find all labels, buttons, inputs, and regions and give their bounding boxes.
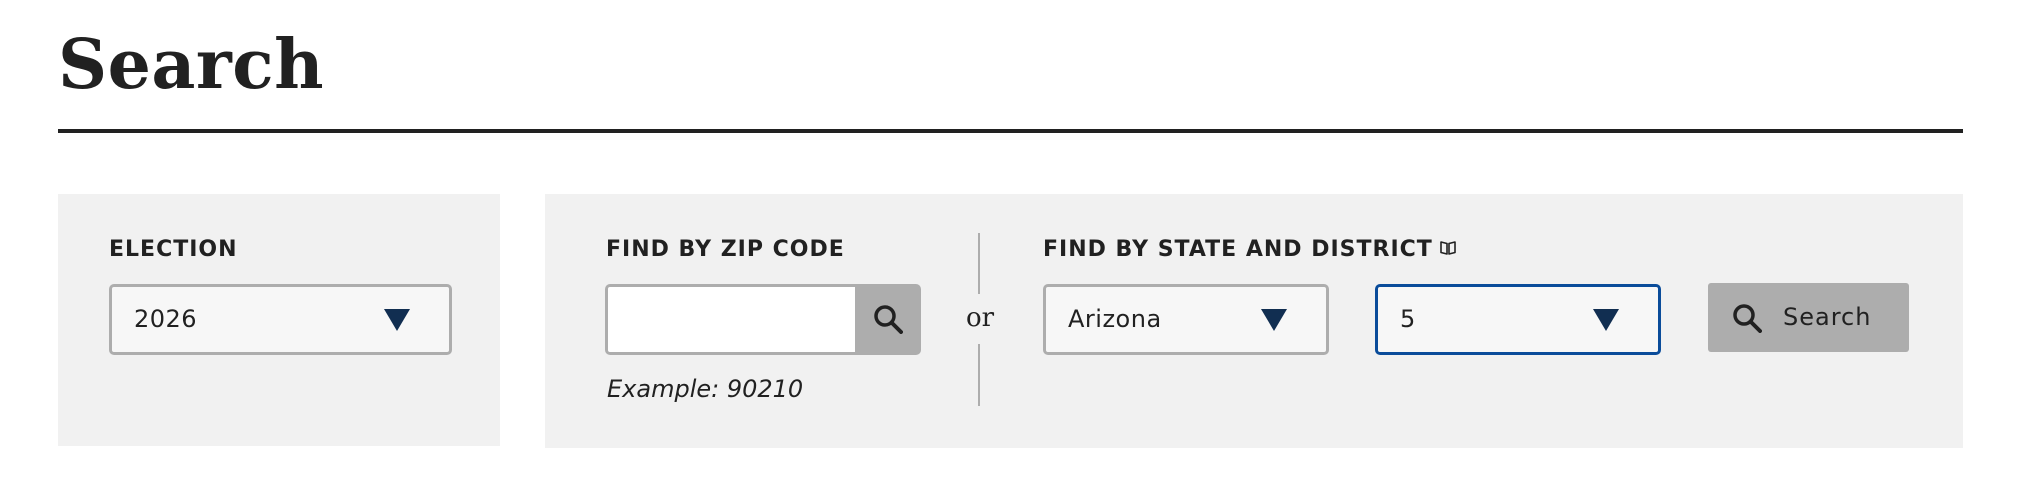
zip-search-button[interactable]: [855, 284, 921, 355]
search-icon: [1733, 304, 1762, 333]
district-select[interactable]: 5: [1375, 284, 1661, 355]
search-icon: [874, 305, 903, 334]
election-label: ELECTION: [109, 237, 238, 262]
state-district-label-text: FIND BY STATE AND DISTRICT: [1043, 237, 1433, 262]
election-select-value: 2026: [134, 305, 198, 333]
search-page: Search ELECTION 2026 FIND BY ZIP CODE Ex…: [0, 0, 2022, 500]
zip-example: Example: 90210: [607, 375, 804, 403]
or-label: or: [965, 303, 995, 333]
chevron-down-icon: [1261, 309, 1287, 331]
chevron-down-icon: [1593, 309, 1619, 331]
district-select-value: 5: [1400, 305, 1416, 333]
state-select-value: Arizona: [1068, 305, 1162, 333]
divider-line-top: [978, 233, 980, 294]
zip-label: FIND BY ZIP CODE: [606, 237, 845, 262]
title-divider: [58, 129, 1963, 133]
divider-line-bottom: [978, 344, 980, 406]
book-icon[interactable]: [1439, 239, 1457, 257]
election-select[interactable]: 2026: [109, 284, 452, 355]
chevron-down-icon: [384, 309, 410, 331]
zip-input[interactable]: [605, 284, 855, 355]
election-panel: ELECTION 2026: [58, 194, 500, 446]
search-button-label: Search: [1783, 303, 1872, 331]
page-title: Search: [58, 25, 325, 105]
state-district-label: FIND BY STATE AND DISTRICT: [1043, 236, 1457, 264]
search-button[interactable]: Search: [1708, 283, 1909, 352]
state-select[interactable]: Arizona: [1043, 284, 1329, 355]
find-panel: FIND BY ZIP CODE Example: 90210 or FIND …: [545, 194, 1963, 448]
